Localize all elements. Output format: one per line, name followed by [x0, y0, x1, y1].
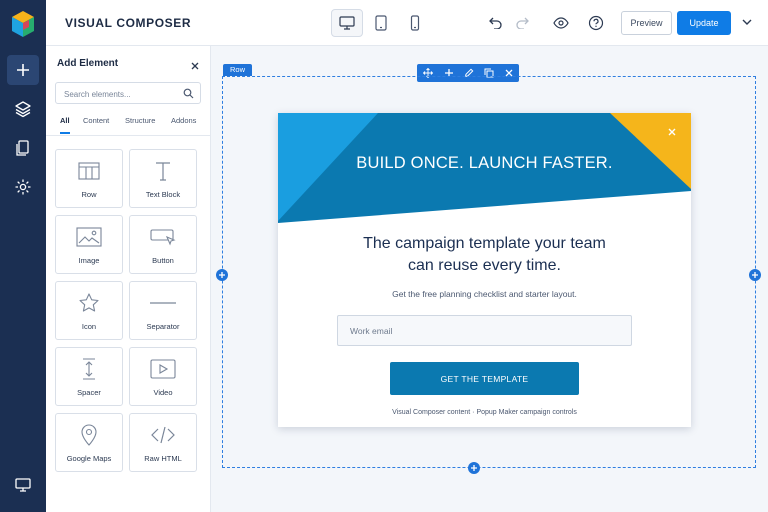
- popup-footnote: Visual Composer content · Popup Maker ca…: [392, 409, 577, 416]
- update-button[interactable]: Update: [677, 11, 731, 35]
- undo-button[interactable]: [486, 13, 506, 33]
- search-icon: [183, 88, 194, 99]
- tab-addons[interactable]: Addons: [171, 116, 196, 134]
- row-label-tag[interactable]: Row: [223, 64, 253, 76]
- mobile-view-button[interactable]: [399, 9, 431, 37]
- rail-pages-button[interactable]: [7, 133, 39, 163]
- code-icon: [130, 423, 196, 447]
- popup-subheadline: The campaign template your team can reus…: [318, 233, 651, 277]
- add-column-left-button[interactable]: [216, 269, 228, 281]
- email-field[interactable]: [350, 325, 620, 337]
- popup-subheadline-line: The campaign template your team: [363, 235, 606, 252]
- element-tile-label: Video: [153, 388, 173, 397]
- top-toolbar: VISUAL COMPOSER Preview Update: [46, 0, 768, 46]
- button-icon: [130, 225, 196, 249]
- plus-icon: [752, 272, 758, 278]
- visual-composer-logo-icon: [10, 10, 36, 38]
- element-tile-label: Image: [78, 256, 100, 265]
- separator-icon: [130, 291, 196, 315]
- tab-content[interactable]: Content: [83, 116, 109, 134]
- eye-icon: [553, 17, 569, 29]
- layers-icon: [15, 101, 31, 118]
- tabs-divider: [46, 135, 211, 136]
- plus-icon: [219, 272, 225, 278]
- element-tile-label: Raw HTML: [144, 454, 182, 463]
- element-tile-label: Google Maps: [66, 454, 112, 463]
- plus-icon: [17, 64, 29, 76]
- star-icon: [56, 291, 122, 315]
- search-box: [55, 82, 201, 104]
- desktop-icon: [339, 16, 355, 30]
- more-options-button[interactable]: [740, 15, 754, 34]
- preview-eye-button[interactable]: [551, 13, 571, 33]
- element-tile-label: Separator: [146, 322, 180, 331]
- preview-button[interactable]: Preview: [621, 11, 672, 35]
- video-icon: [130, 357, 196, 381]
- element-tile-spacer[interactable]: Spacer: [55, 347, 123, 406]
- undo-icon: [489, 17, 502, 29]
- search-input[interactable]: [64, 88, 176, 100]
- element-tile-video[interactable]: Video: [129, 347, 197, 406]
- image-icon: [56, 225, 122, 249]
- get-template-button[interactable]: GET THE TEMPLATE: [390, 362, 579, 395]
- element-tile-button[interactable]: Button: [129, 215, 197, 274]
- element-tile-label: Icon: [81, 322, 97, 331]
- tablet-icon: [375, 15, 387, 31]
- campaign-popup[interactable]: BUILD ONCE. LAUNCH FASTER. The campaign …: [278, 113, 691, 427]
- email-field-box: [337, 315, 632, 346]
- tablet-view-button[interactable]: [365, 9, 397, 37]
- close-icon: [668, 128, 676, 136]
- redo-icon: [516, 17, 529, 29]
- rail-add-element-button[interactable]: [7, 55, 39, 85]
- element-tile-label: Button: [152, 256, 174, 265]
- tab-all[interactable]: All: [60, 116, 70, 134]
- row-icon: [56, 159, 122, 183]
- desktop-view-button[interactable]: [331, 9, 363, 37]
- add-element-panel: Add Element All Content Structure Addons…: [46, 46, 211, 512]
- mobile-icon: [410, 15, 420, 31]
- panel-close-button[interactable]: [190, 58, 200, 70]
- app-title: VISUAL COMPOSER: [65, 16, 192, 30]
- element-tile-label: Row: [81, 190, 97, 199]
- element-tile-separator[interactable]: Separator: [129, 281, 197, 340]
- popup-close-button[interactable]: [667, 124, 677, 136]
- element-tile-text-block[interactable]: Text Block: [129, 149, 197, 208]
- desktop-icon: [15, 478, 31, 492]
- text-block-icon: [130, 159, 196, 183]
- settings-icon: [15, 179, 31, 195]
- help-icon: [588, 15, 604, 31]
- element-tile-row[interactable]: Row: [55, 149, 123, 208]
- add-column-right-button[interactable]: [749, 269, 761, 281]
- close-icon: [191, 62, 199, 70]
- redo-button[interactable]: [512, 13, 532, 33]
- element-category-tabs: All Content Structure Addons: [55, 116, 205, 136]
- element-tile-label: Spacer: [77, 388, 101, 397]
- plus-icon: [471, 465, 477, 471]
- chevron-down-icon: [742, 19, 752, 25]
- element-tile-google-maps[interactable]: Google Maps: [55, 413, 123, 472]
- element-tile-icon[interactable]: Icon: [55, 281, 123, 340]
- tab-structure[interactable]: Structure: [125, 116, 155, 134]
- element-tile-raw-html[interactable]: Raw HTML: [129, 413, 197, 472]
- element-tile-label: Text Block: [145, 190, 181, 199]
- element-tile-image[interactable]: Image: [55, 215, 123, 274]
- help-button[interactable]: [586, 13, 606, 33]
- rail-settings-button[interactable]: [7, 172, 39, 202]
- editor-canvas: Row BUILD ONCE. LAUNCH FASTER. The campa…: [211, 46, 768, 512]
- left-rail: [0, 0, 46, 512]
- popup-description: Get the free planning checklist and star…: [392, 289, 577, 299]
- panel-title: Add Element: [57, 58, 119, 69]
- pages-icon: [16, 140, 29, 156]
- rail-responsive-view-button[interactable]: [7, 470, 39, 500]
- map-pin-icon: [56, 423, 122, 447]
- popup-headline: BUILD ONCE. LAUNCH FASTER.: [356, 154, 613, 172]
- rail-layers-button[interactable]: [7, 94, 39, 124]
- popup-subheadline-line: can reuse every time.: [408, 257, 561, 274]
- spacer-icon: [56, 357, 122, 381]
- add-row-below-button[interactable]: [468, 462, 480, 474]
